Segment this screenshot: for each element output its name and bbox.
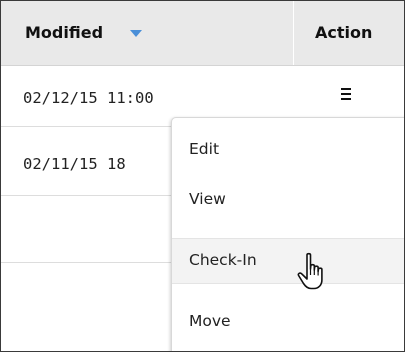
menu-item-label: Move — [189, 312, 231, 330]
hand-pointer-icon — [297, 252, 323, 290]
table-screenshot-frame: Modified Action 02/12/15 11:00 02/11/15 … — [0, 0, 405, 352]
menu-item-label: Edit — [189, 140, 220, 158]
hamburger-menu-icon[interactable] — [341, 88, 351, 100]
menu-item-view[interactable]: View — [172, 180, 404, 220]
sort-descending-icon[interactable] — [130, 30, 142, 37]
modified-cell: 02/11/15 18 — [23, 155, 126, 173]
column-header-action: Action — [315, 23, 373, 42]
menu-item-move[interactable]: Move — [172, 302, 404, 342]
action-dropdown-menu: Edit View Check-In Move — [171, 117, 404, 351]
menu-item-edit[interactable]: Edit — [172, 130, 404, 170]
table-header-row: Modified Action — [1, 1, 404, 66]
column-header-modified[interactable]: Modified — [25, 23, 103, 42]
menu-item-check-in[interactable]: Check-In — [172, 238, 404, 284]
modified-cell: 02/12/15 11:00 — [23, 89, 154, 107]
menu-item-label: Check-In — [189, 251, 257, 269]
column-divider — [293, 1, 294, 65]
menu-item-label: View — [189, 190, 226, 208]
